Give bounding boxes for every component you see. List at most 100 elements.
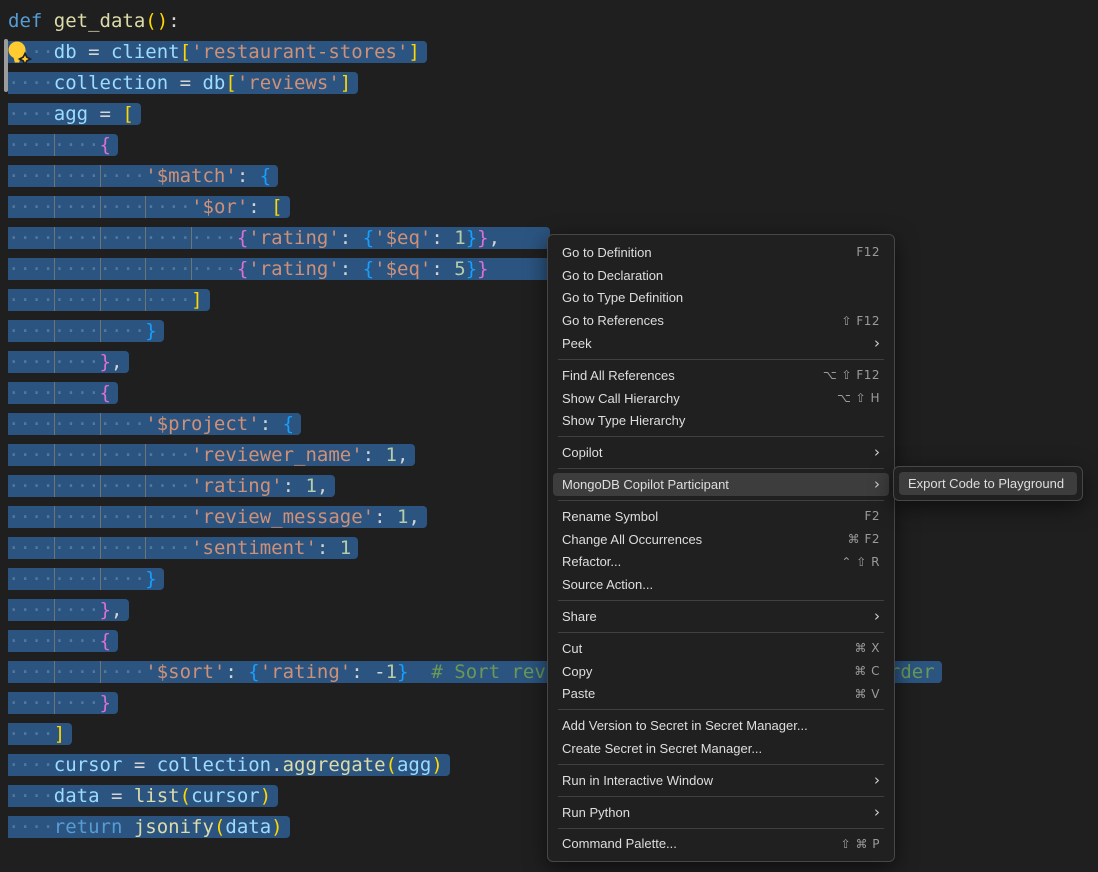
indent-whitespace: ···· bbox=[8, 816, 54, 838]
menu-item-shortcut: ⇧ ⌘ P bbox=[841, 837, 880, 851]
selection-highlight: ············} bbox=[8, 320, 164, 342]
selection-highlight: ····return jsonify(data) bbox=[8, 816, 290, 838]
code-line[interactable]: ········{ bbox=[8, 130, 1098, 161]
code-token: return bbox=[54, 816, 123, 838]
code-token: } bbox=[466, 227, 477, 249]
menu-item-go-to-declaration[interactable]: Go to Declaration bbox=[553, 264, 889, 287]
menu-item-refactor[interactable]: Refactor...⌃ ⇧ R bbox=[553, 551, 889, 574]
code-token: , bbox=[489, 227, 500, 249]
code-token: : bbox=[374, 506, 397, 528]
menu-item-mongodb-copilot-participant[interactable]: MongoDB Copilot Participant› bbox=[553, 473, 889, 496]
menu-item-export-code-to-playground[interactable]: Export Code to Playground bbox=[899, 472, 1077, 495]
code-token: : bbox=[340, 227, 363, 249]
code-token: db bbox=[54, 41, 77, 63]
indent-whitespace: ···· bbox=[8, 444, 54, 466]
indent-whitespace: ···· bbox=[8, 196, 54, 218]
code-token: - bbox=[374, 661, 385, 683]
code-token: ] bbox=[54, 723, 65, 745]
selection-highlight: ············'$match': { bbox=[8, 165, 278, 187]
indent-whitespace: ···· bbox=[145, 537, 191, 559]
code-token: 'review_message' bbox=[191, 506, 374, 528]
selection-highlight: ····················{'rating': {'$eq': 1… bbox=[8, 227, 550, 249]
indent-whitespace: ···· bbox=[100, 320, 146, 342]
menu-item-show-call-hierarchy[interactable]: Show Call Hierarchy⌥ ⇧ H bbox=[553, 387, 889, 410]
menu-item-find-all-references[interactable]: Find All References⌥ ⇧ F12 bbox=[553, 364, 889, 387]
submenu-chevron-icon: › bbox=[874, 336, 880, 351]
indent-whitespace: ···· bbox=[191, 227, 237, 249]
code-line[interactable]: ····collection = db['reviews'] bbox=[8, 68, 1098, 99]
selection-highlight: ················'review_message': 1, bbox=[8, 506, 427, 528]
menu-item-shortcut: ⌘ X bbox=[854, 641, 880, 655]
menu-item-label: Copilot bbox=[562, 445, 602, 460]
indent-whitespace: ···· bbox=[8, 382, 54, 404]
menu-item-cut[interactable]: Cut⌘ X bbox=[553, 637, 889, 660]
menu-item-source-action[interactable]: Source Action... bbox=[553, 573, 889, 596]
menu-item-change-all-occurrences[interactable]: Change All Occurrences ⌘ F2 bbox=[553, 528, 889, 551]
menu-item-paste[interactable]: Paste⌘ V bbox=[553, 683, 889, 706]
indent-whitespace: ···· bbox=[100, 444, 146, 466]
menu-item-go-to-definition[interactable]: Go to DefinitionF12 bbox=[553, 241, 889, 264]
selection-highlight: ················'sentiment': 1 bbox=[8, 537, 358, 559]
selection-highlight: ············'$project': { bbox=[8, 413, 301, 435]
code-token: , bbox=[111, 351, 122, 373]
code-token: cursor bbox=[54, 754, 123, 776]
menu-item-shortcut: ⌘ F2 bbox=[848, 532, 880, 546]
submenu-chevron-icon: › bbox=[874, 773, 880, 788]
menu-item-show-type-hierarchy[interactable]: Show Type Hierarchy bbox=[553, 410, 889, 433]
indent-whitespace: ···· bbox=[8, 599, 54, 621]
code-token: [ bbox=[225, 72, 236, 94]
menu-item-command-palette[interactable]: Command Palette...⇧ ⌘ P bbox=[553, 833, 889, 856]
code-token: } bbox=[477, 227, 488, 249]
code-line[interactable]: def get_data(): bbox=[8, 6, 1098, 37]
indent-whitespace: ···· bbox=[100, 475, 146, 497]
code-token bbox=[42, 10, 53, 32]
menu-item-copy[interactable]: Copy⌘ C bbox=[553, 660, 889, 683]
menu-item-copilot[interactable]: Copilot› bbox=[553, 441, 889, 464]
indent-whitespace: ···· bbox=[8, 785, 54, 807]
menu-item-add-version-to-secret-in-secret-manager[interactable]: Add Version to Secret in Secret Manager.… bbox=[553, 714, 889, 737]
code-line[interactable]: ····db = client['restaurant-stores'] bbox=[8, 37, 1098, 68]
code-token: } bbox=[100, 599, 111, 621]
menu-item-rename-symbol[interactable]: Rename SymbolF2 bbox=[553, 505, 889, 528]
menu-item-shortcut: ⌘ C bbox=[854, 664, 880, 678]
code-line[interactable]: ····agg = [ bbox=[8, 99, 1098, 130]
indent-whitespace: ···· bbox=[54, 134, 100, 156]
menu-item-shortcut: ⇧ F12 bbox=[841, 314, 880, 328]
menu-item-peek[interactable]: Peek› bbox=[553, 332, 889, 355]
selection-highlight: ········{ bbox=[8, 382, 118, 404]
indent-whitespace: ···· bbox=[100, 661, 146, 683]
indent-whitespace: ···· bbox=[54, 351, 100, 373]
menu-item-label: Find All References bbox=[562, 368, 675, 383]
menu-item-label: Change All Occurrences bbox=[562, 532, 702, 547]
menu-item-shortcut: F12 bbox=[856, 245, 880, 259]
menu-item-run-in-interactive-window[interactable]: Run in Interactive Window› bbox=[553, 769, 889, 792]
menu-item-go-to-references[interactable]: Go to References ⇧ F12 bbox=[553, 309, 889, 332]
lightbulb-sparkle-glyph bbox=[6, 40, 32, 67]
code-token: jsonify bbox=[134, 816, 214, 838]
code-line[interactable]: ············'$match': { bbox=[8, 161, 1098, 192]
code-token: [ bbox=[180, 41, 191, 63]
menu-separator bbox=[558, 468, 884, 469]
menu-item-create-secret-in-secret-manager[interactable]: Create Secret in Secret Manager... bbox=[553, 737, 889, 760]
code-line[interactable]: ················'$or': [ bbox=[8, 192, 1098, 223]
code-token: } bbox=[477, 258, 488, 280]
code-token: 'reviewer_name' bbox=[191, 444, 363, 466]
code-token: 1 bbox=[386, 444, 397, 466]
menu-item-label: Run Python bbox=[562, 805, 630, 820]
code-token: 'rating' bbox=[260, 661, 352, 683]
indent-whitespace: ···· bbox=[8, 165, 54, 187]
menu-item-go-to-type-definition[interactable]: Go to Type Definition bbox=[553, 287, 889, 310]
menu-separator bbox=[558, 796, 884, 797]
indent-whitespace: ···· bbox=[8, 289, 54, 311]
menu-separator bbox=[558, 436, 884, 437]
selection-highlight: ····cursor = collection.aggregate(agg) bbox=[8, 754, 450, 776]
code-token: ) bbox=[260, 785, 271, 807]
copilot-lightbulb-icon[interactable] bbox=[6, 40, 32, 67]
code-token: ) bbox=[157, 10, 168, 32]
menu-item-label: Go to References bbox=[562, 313, 664, 328]
menu-item-label: Source Action... bbox=[562, 577, 653, 592]
menu-item-share[interactable]: Share› bbox=[553, 605, 889, 628]
menu-item-run-python[interactable]: Run Python› bbox=[553, 801, 889, 824]
code-token: { bbox=[100, 134, 111, 156]
code-token: collection bbox=[54, 72, 168, 94]
